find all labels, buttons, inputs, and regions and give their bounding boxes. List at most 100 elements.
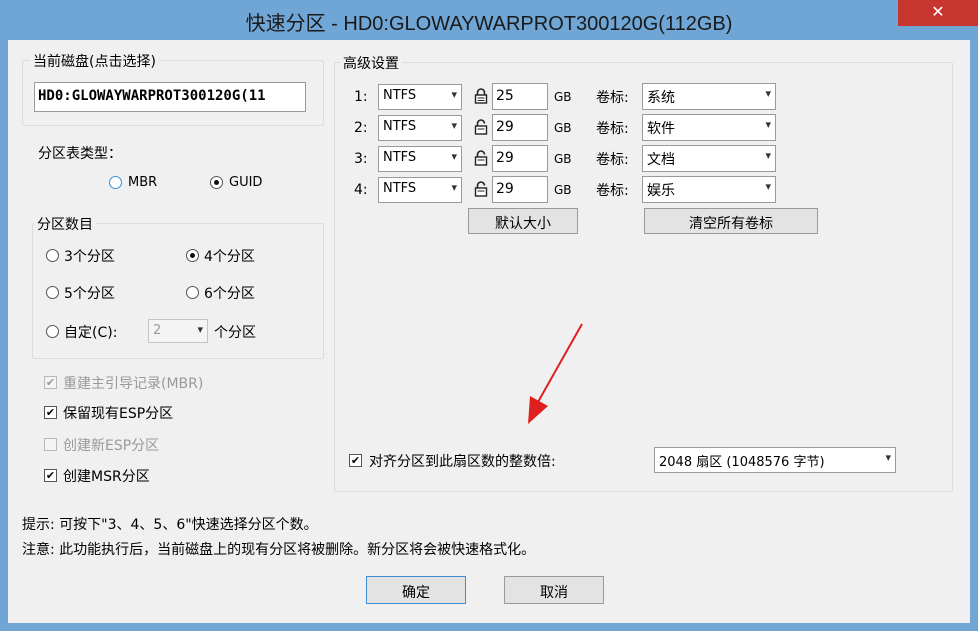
row3-index: 3: bbox=[354, 151, 368, 167]
row2-volume-caption: 卷标: bbox=[596, 121, 629, 137]
row4-volume-value: 娱乐 bbox=[647, 183, 675, 199]
radio-5-label: 5个分区 bbox=[64, 286, 115, 302]
checkbox-create-esp[interactable] bbox=[44, 438, 57, 451]
chevron-down-icon: ▾ bbox=[765, 118, 771, 131]
lock-open-icon[interactable] bbox=[474, 150, 488, 166]
hint-tip: 提示: 可按下"3、4、5、6"快速选择分区个数。 bbox=[22, 517, 318, 533]
cancel-button[interactable]: 取消 bbox=[504, 576, 604, 604]
ok-button[interactable]: 确定 bbox=[366, 576, 466, 604]
row1-fs-combo[interactable]: NTFS ▾ bbox=[378, 84, 462, 110]
radio-custom[interactable] bbox=[46, 325, 59, 338]
default-size-button[interactable]: 默认大小 bbox=[468, 208, 578, 234]
hint-warning: 注意: 此功能执行后，当前磁盘上的现有分区将被删除。新分区将会被快速格式化。 bbox=[22, 542, 536, 558]
custom-count-value: 2 bbox=[153, 323, 162, 338]
radio-mbr[interactable] bbox=[109, 176, 122, 189]
row3-volume-caption: 卷标: bbox=[596, 152, 629, 168]
chevron-down-icon: ▾ bbox=[885, 451, 891, 464]
row4-fs-combo[interactable]: NTFS ▾ bbox=[378, 177, 462, 203]
custom-count-suffix: 个分区 bbox=[214, 325, 256, 341]
row2-fs-value: NTFS bbox=[383, 119, 417, 134]
close-icon: ✕ bbox=[931, 2, 945, 21]
row4-size-field[interactable]: 29 bbox=[492, 176, 548, 203]
radio-3-partitions[interactable] bbox=[46, 249, 59, 262]
row3-fs-value: NTFS bbox=[383, 150, 417, 165]
row3-size-value: 29 bbox=[496, 150, 514, 166]
row4-fs-value: NTFS bbox=[383, 181, 417, 196]
radio-3-label: 3个分区 bbox=[64, 249, 115, 265]
row1-size-field[interactable]: 25 bbox=[492, 83, 548, 110]
align-sector-value: 2048 扇区 (1048576 字节) bbox=[659, 455, 825, 470]
row1-volume-combo[interactable]: 系统 ▾ bbox=[642, 83, 776, 110]
radio-5-partitions[interactable] bbox=[46, 286, 59, 299]
close-button[interactable]: ✕ bbox=[898, 0, 978, 26]
row4-unit: GB bbox=[554, 183, 572, 197]
chevron-down-icon: ▾ bbox=[765, 87, 771, 100]
row1-volume-caption: 卷标: bbox=[596, 90, 629, 106]
radio-guid[interactable] bbox=[210, 176, 223, 189]
annotation-arrow-icon bbox=[528, 323, 583, 424]
partition-table-label: 分区表类型： bbox=[38, 146, 122, 162]
chevron-down-icon: ▾ bbox=[765, 149, 771, 162]
ok-button-label: 确定 bbox=[402, 585, 430, 601]
checkbox-create-msr[interactable]: ✔ bbox=[44, 469, 57, 482]
disk-group-label: 当前磁盘(点击选择) bbox=[30, 51, 159, 71]
checkbox-create-esp-label: 创建新ESP分区 bbox=[63, 438, 160, 454]
advanced-group-label: 高级设置 bbox=[340, 53, 402, 73]
disk-select-value: HD0:GLOWAYWARPROT300120G(11 bbox=[38, 88, 266, 104]
lock-closed-icon[interactable] bbox=[474, 88, 488, 104]
row3-fs-combo[interactable]: NTFS ▾ bbox=[378, 146, 462, 172]
default-size-button-label: 默认大小 bbox=[495, 216, 551, 232]
chevron-down-icon: ▾ bbox=[451, 88, 457, 101]
cancel-button-label: 取消 bbox=[540, 585, 568, 601]
radio-4-partitions[interactable] bbox=[186, 249, 199, 262]
clear-labels-button[interactable]: 清空所有卷标 bbox=[644, 208, 818, 234]
window-frame: 快速分区 - HD0:GLOWAYWARPROT300120G(112GB) ✕… bbox=[0, 0, 978, 631]
lock-open-icon[interactable] bbox=[474, 119, 488, 135]
lock-open-icon[interactable] bbox=[474, 181, 488, 197]
custom-count-combo[interactable]: 2 ▾ bbox=[148, 319, 208, 343]
chevron-down-icon: ▾ bbox=[451, 150, 457, 163]
checkbox-align-partitions[interactable]: ✔ bbox=[349, 454, 362, 467]
row3-volume-value: 文档 bbox=[647, 152, 675, 168]
radio-6-partitions[interactable] bbox=[186, 286, 199, 299]
row2-size-field[interactable]: 29 bbox=[492, 114, 548, 141]
row3-unit: GB bbox=[554, 152, 572, 166]
disk-select-field[interactable]: HD0:GLOWAYWARPROT300120G(11 bbox=[34, 82, 306, 112]
partition-count-label: 分区数目 bbox=[34, 214, 96, 234]
checkbox-rebuild-mbr-label: 重建主引导记录(MBR) bbox=[63, 376, 204, 392]
row2-fs-combo[interactable]: NTFS ▾ bbox=[378, 115, 462, 141]
align-sector-combo[interactable]: 2048 扇区 (1048576 字节) ▾ bbox=[654, 447, 896, 473]
row1-fs-value: NTFS bbox=[383, 88, 417, 103]
row1-volume-value: 系统 bbox=[647, 90, 675, 106]
row1-unit: GB bbox=[554, 90, 572, 104]
row4-size-value: 29 bbox=[496, 181, 514, 197]
row4-volume-combo[interactable]: 娱乐 ▾ bbox=[642, 176, 776, 203]
row4-volume-caption: 卷标: bbox=[596, 183, 629, 199]
checkbox-keep-esp[interactable]: ✔ bbox=[44, 406, 57, 419]
clear-labels-button-label: 清空所有卷标 bbox=[689, 216, 773, 232]
dialog-client: 当前磁盘(点击选择) HD0:GLOWAYWARPROT300120G(11 分… bbox=[8, 40, 970, 623]
row3-size-field[interactable]: 29 bbox=[492, 145, 548, 172]
chevron-down-icon: ▾ bbox=[451, 181, 457, 194]
row2-volume-value: 软件 bbox=[647, 121, 675, 137]
row1-index: 1: bbox=[354, 89, 368, 105]
row2-volume-combo[interactable]: 软件 ▾ bbox=[642, 114, 776, 141]
radio-mbr-label: MBR bbox=[128, 175, 158, 190]
chevron-down-icon: ▾ bbox=[197, 323, 203, 336]
checkbox-keep-esp-label: 保留现有ESP分区 bbox=[63, 406, 174, 422]
chevron-down-icon: ▾ bbox=[765, 180, 771, 193]
row1-size-value: 25 bbox=[496, 88, 514, 104]
row2-index: 2: bbox=[354, 120, 368, 136]
title-bar[interactable]: 快速分区 - HD0:GLOWAYWARPROT300120G(112GB) ✕ bbox=[0, 0, 978, 40]
radio-guid-label: GUID bbox=[229, 175, 263, 190]
radio-6-label: 6个分区 bbox=[204, 286, 255, 302]
align-label: 对齐分区到此扇区数的整数倍: bbox=[369, 454, 556, 470]
chevron-down-icon: ▾ bbox=[451, 119, 457, 132]
row3-volume-combo[interactable]: 文档 ▾ bbox=[642, 145, 776, 172]
row2-unit: GB bbox=[554, 121, 572, 135]
checkbox-create-msr-label: 创建MSR分区 bbox=[63, 469, 150, 485]
row2-size-value: 29 bbox=[496, 119, 514, 135]
window-title: 快速分区 - HD0:GLOWAYWARPROT300120G(112GB) bbox=[245, 13, 733, 35]
checkbox-rebuild-mbr[interactable]: ✔ bbox=[44, 376, 57, 389]
row4-index: 4: bbox=[354, 182, 368, 198]
